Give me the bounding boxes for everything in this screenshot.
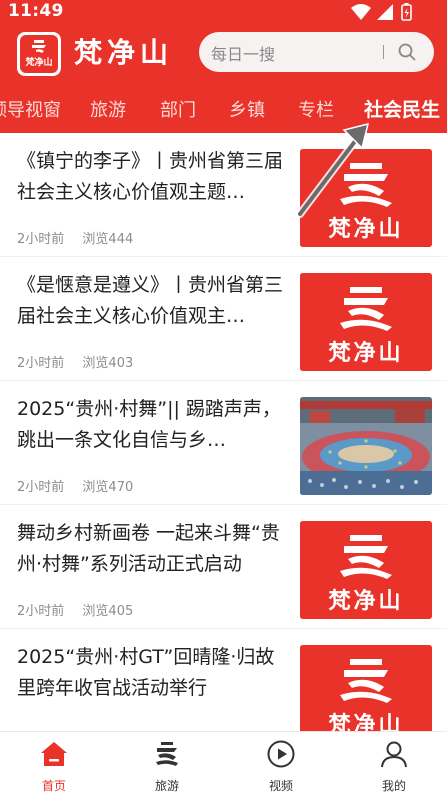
article-title[interactable]: 2025“贵州·村舞”|| 踢踏声声，跳出一条文化自信与乡… [17,394,285,456]
user-icon [381,741,407,768]
article-title[interactable]: 2025“贵州·村GT”回晴隆·归故里跨年收官战活动举行 [17,642,285,704]
article-views: 浏览405 [82,604,134,619]
article-time: 2小时前 [17,232,65,247]
article-list: 《镇宁的李子》丨贵州省第三届社会主义核心价值观主题… 2小时前 浏览444 梵净… [0,133,447,731]
list-item[interactable]: 2025“贵州·村GT”回晴隆·归故里跨年收官战活动举行 梵净山 [0,629,447,731]
article-thumbnail[interactable]: 梵净山 [300,149,432,247]
status-bar: 11:49 [0,0,447,24]
thumbnail-logo-text: 梵净山 [328,340,404,366]
article-photo-thumbnail[interactable] [300,397,432,495]
nav-profile[interactable]: 我的 [354,732,434,795]
list-item[interactable]: 2025“贵州·村舞”|| 踢踏声声，跳出一条文化自信与乡… 2小时前 浏览47… [0,381,447,505]
tab-leaders[interactable]: 领导视窗 [0,96,61,122]
list-item[interactable]: 《是惬意是遵义》丨贵州省第三届社会主义核心价值观主… 2小时前 浏览403 梵净… [0,257,447,381]
status-icons [349,2,419,22]
tab-departments[interactable]: 部门 [160,96,196,122]
status-time: 11:49 [8,1,64,21]
article-meta [17,724,45,731]
nav-home[interactable]: 首页 [14,732,94,795]
bottom-nav: 首页 旅游 视频 我的 [0,731,447,795]
article-thumbnail[interactable]: 梵净山 [300,645,432,731]
article-meta: 2小时前 浏览405 [17,600,147,619]
article-title[interactable]: 《是惬意是遵义》丨贵州省第三届社会主义核心价值观主… [17,270,285,332]
article-meta: 2小时前 浏览403 [17,352,147,371]
battery-icon [401,3,412,21]
article-time: 2小时前 [17,356,65,371]
home-icon [41,742,67,766]
article-title[interactable]: 《镇宁的李子》丨贵州省第三届社会主义核心价值观主题… [17,146,285,208]
article-meta: 2小时前 浏览444 [17,228,147,247]
article-views: 浏览470 [82,480,134,495]
nav-label: 视频 [268,779,293,793]
list-item[interactable]: 《镇宁的李子》丨贵州省第三届社会主义核心价值观主题… 2小时前 浏览444 梵净… [0,133,447,257]
article-title[interactable]: 舞动乡村新画卷 一起来斗舞“贵州·村舞”系列活动正式启动 [17,518,285,580]
article-time: 2小时前 [17,480,65,495]
logo-text: 梵净山 [25,58,53,68]
thumbnail-logo-text: 梵净山 [328,216,404,242]
list-item[interactable]: 舞动乡村新画卷 一起来斗舞“贵州·村舞”系列活动正式启动 2小时前 浏览405 … [0,505,447,629]
search-divider [383,45,384,59]
tab-columns[interactable]: 专栏 [298,96,334,122]
search-icon[interactable] [398,43,416,61]
nav-label: 首页 [41,779,66,793]
nav-video[interactable]: 视频 [241,732,321,795]
app-header: 11:49 梵净山 梵净山 每日一搜 导视窗 旅游 部门 乡镇 专栏 社会民生 [0,0,447,133]
play-circle-icon [267,740,295,768]
thumbnail-logo-text: 梵净山 [328,712,404,731]
search-input[interactable]: 每日一搜 [199,32,434,72]
nav-label: 旅游 [154,779,179,793]
article-thumbnail[interactable]: 梵净山 [300,521,432,619]
travel-logo-icon [156,742,178,766]
article-thumbnail[interactable]: 梵净山 [300,273,432,371]
brand-logo: 梵净山 [17,32,61,76]
article-views: 浏览444 [82,232,134,247]
search-placeholder: 每日一搜 [211,45,276,64]
article-meta: 2小时前 浏览470 [17,476,147,495]
brand-name: 梵净山 [74,36,174,69]
nav-label: 我的 [381,779,406,793]
nav-travel[interactable]: 旅游 [127,732,207,795]
article-time: 2小时前 [17,604,65,619]
tab-social-livelihood[interactable]: 社会民生 [364,95,440,122]
thumbnail-logo-text: 梵净山 [328,588,404,614]
category-tabs: 领导视窗 旅游 部门 乡镇 专栏 社会民生 [0,90,447,130]
signal-icon [377,4,393,20]
article-views: 浏览403 [82,356,134,371]
tab-towns[interactable]: 乡镇 [229,96,265,122]
wifi-icon [351,4,371,20]
tab-travel[interactable]: 旅游 [90,96,126,122]
